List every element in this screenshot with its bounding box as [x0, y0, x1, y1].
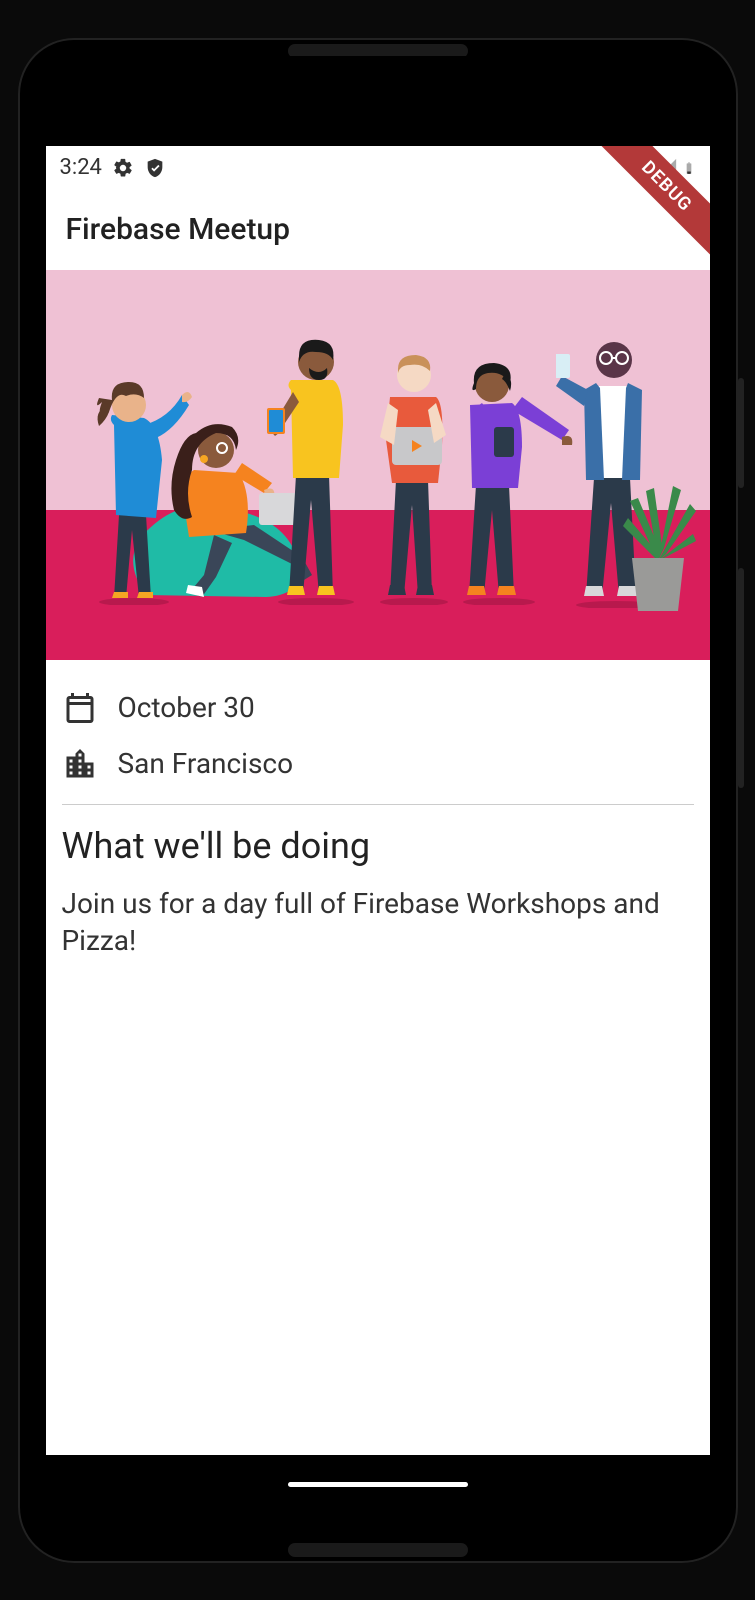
battery-icon: [682, 157, 696, 179]
app-title: Firebase Meetup: [66, 212, 290, 247]
app-bar: Firebase Meetup: [46, 190, 710, 270]
event-location: San Francisco: [118, 747, 294, 780]
content: October 30 San Francisco What we'll be d…: [46, 660, 710, 1455]
event-date: October 30: [118, 691, 255, 724]
screen: DEBUG 3:24 Firebase Meetup: [46, 146, 710, 1455]
system-nav-bar[interactable]: [46, 1455, 710, 1515]
divider: [62, 804, 694, 805]
volume-button[interactable]: [738, 568, 744, 788]
hero-image: [46, 270, 710, 660]
speaker-bottom: [288, 1543, 468, 1557]
location-row: San Francisco: [62, 736, 694, 792]
section-heading: What we'll be doing: [62, 825, 694, 867]
section-body: Join us for a day full of Firebase Works…: [62, 885, 694, 961]
status-left: 3:24: [60, 155, 166, 180]
power-button[interactable]: [738, 378, 744, 488]
date-row: October 30: [62, 680, 694, 736]
person-illustration: [261, 330, 371, 605]
city-icon: [62, 746, 98, 782]
nav-pill-icon[interactable]: [288, 1482, 468, 1487]
phone-frame: DEBUG 3:24 Firebase Meetup: [18, 38, 738, 1563]
plant-illustration: [618, 486, 698, 616]
shield-icon: [144, 157, 166, 179]
status-time: 3:24: [60, 155, 102, 180]
phone-inner: DEBUG 3:24 Firebase Meetup: [36, 56, 720, 1545]
calendar-icon: [62, 690, 98, 726]
gear-icon: [112, 157, 134, 179]
